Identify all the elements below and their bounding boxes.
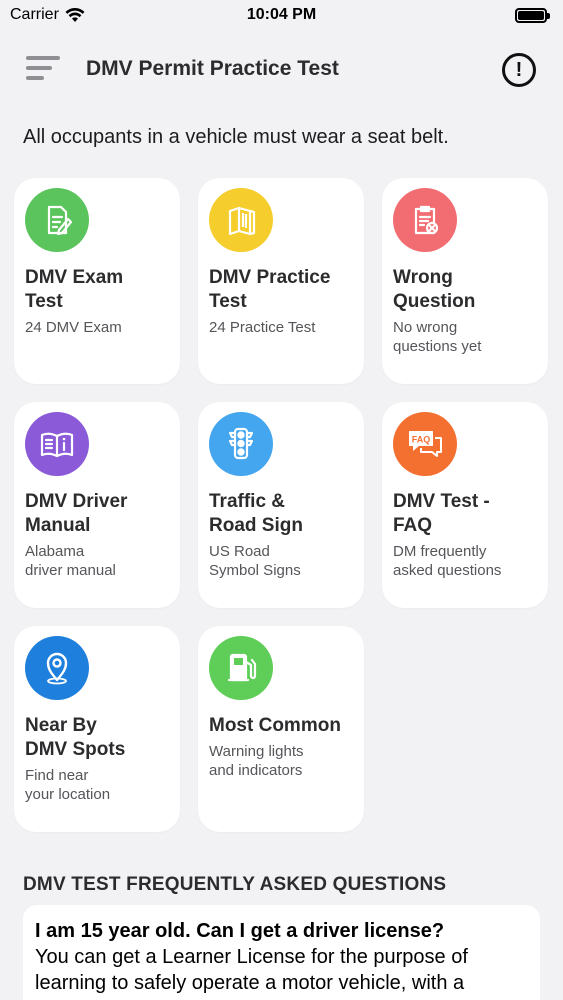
faq-section-heading: DMV TEST FREQUENTLY ASKED QUESTIONS xyxy=(23,874,447,895)
manual-icon xyxy=(25,412,89,476)
book-icon xyxy=(209,188,273,252)
card-title: DMV Practice Test xyxy=(209,267,331,312)
card-subtitle: Alabama driver manual xyxy=(25,543,116,579)
card-title: Most Common xyxy=(209,715,341,736)
card-title: DMV Driver Manual xyxy=(25,491,128,536)
card-subtitle: 24 Practice Test xyxy=(209,319,316,336)
card-subtitle: US Road Symbol Signs xyxy=(209,543,301,579)
carrier-label: Carrier xyxy=(10,6,59,23)
card-dmv-practice-test[interactable]: DMV Practice Test 24 Practice Test xyxy=(198,178,364,384)
card-most-common[interactable]: Most Common Warning lights and indicator… xyxy=(198,626,364,832)
faq-answer: You can get a Learner License for the pu… xyxy=(35,946,468,994)
wrong-clipboard-icon xyxy=(393,188,457,252)
card-title: Traffic & Road Sign xyxy=(209,491,303,536)
info-icon[interactable]: ! xyxy=(502,53,536,87)
card-title: Near By DMV Spots xyxy=(25,715,126,760)
fuel-pump-icon xyxy=(209,636,273,700)
carrier-group: Carrier xyxy=(10,6,85,24)
card-subtitle: No wrong questions yet xyxy=(393,319,482,355)
card-subtitle: DM frequently asked questions xyxy=(393,543,502,579)
faq-item[interactable]: I am 15 year old. Can I get a driver lic… xyxy=(23,905,540,1000)
card-subtitle: 24 DMV Exam xyxy=(25,319,122,336)
faq-question: I am 15 year old. Can I get a driver lic… xyxy=(35,920,445,942)
svg-text:FAQ: FAQ xyxy=(412,435,431,445)
card-dmv-test-faq[interactable]: FAQ DMV Test - FAQ DM frequently asked q… xyxy=(382,402,548,608)
card-title: DMV Test - FAQ xyxy=(393,491,490,536)
page-title: DMV Permit Practice Test xyxy=(86,57,339,80)
card-title: DMV Exam Test xyxy=(25,267,124,312)
card-subtitle: Warning lights and indicators xyxy=(209,743,304,779)
exam-icon xyxy=(25,188,89,252)
status-bar: Carrier 10:04 PM xyxy=(0,0,563,30)
menu-grid: DMV Exam Test 24 DMV Exam DMV Practice T… xyxy=(14,178,549,832)
traffic-light-icon xyxy=(209,412,273,476)
battery-icon xyxy=(515,7,550,23)
card-dmv-driver-manual[interactable]: DMV Driver Manual Alabama driver manual xyxy=(14,402,180,608)
card-near-by-dmv-spots[interactable]: Near By DMV Spots Find near your locatio… xyxy=(14,626,180,832)
card-wrong-question[interactable]: Wrong Question No wrong questions yet xyxy=(382,178,548,384)
location-pin-icon xyxy=(25,636,89,700)
nav-bar: DMV Permit Practice Test ! xyxy=(0,44,563,96)
card-subtitle: Find near your location xyxy=(25,767,111,803)
card-traffic-road-sign[interactable]: Traffic & Road Sign US Road Symbol Signs xyxy=(198,402,364,608)
card-dmv-exam-test[interactable]: DMV Exam Test 24 DMV Exam xyxy=(14,178,180,384)
card-title: Wrong Question xyxy=(393,267,476,312)
wifi-icon xyxy=(65,7,85,22)
menu-icon[interactable] xyxy=(26,56,60,84)
tip-text: All occupants in a vehicle must wear a s… xyxy=(23,126,449,148)
faq-icon: FAQ xyxy=(393,412,457,476)
